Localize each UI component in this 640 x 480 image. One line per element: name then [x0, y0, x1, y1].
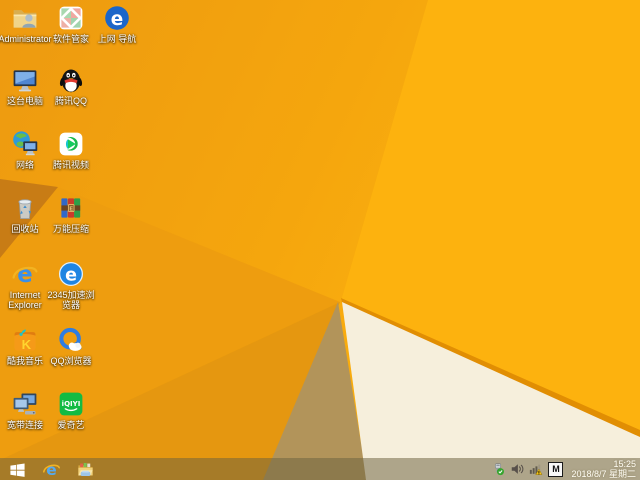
svg-text:e: e	[17, 262, 32, 288]
universal-archiver-icon: E	[57, 194, 85, 222]
clock-time: 15:25	[613, 459, 636, 469]
desktop-icon-qq-browser[interactable]: QQ浏览器	[48, 326, 94, 366]
desktop-icon-iqiyi[interactable]: iQIYI 爱奇艺	[48, 390, 94, 430]
desktop-icon-broadband-connection[interactable]: 宽带连接	[2, 390, 48, 430]
desktop-icon-kuwo-music[interactable]: K 酷我音乐	[2, 326, 48, 366]
internet-navigation-icon: e	[103, 4, 131, 32]
desktop-icon-label: 腾讯视频	[52, 160, 89, 170]
desktop-icon-network[interactable]: 网络	[2, 130, 48, 170]
desktop-screen: Administrator 这台电脑网络回收站 e Internet Explorer…	[0, 0, 640, 480]
clock[interactable]: 15:25 2018/8/7 星期二	[571, 459, 636, 479]
kuwo-music-icon: K	[11, 326, 39, 354]
desktop-icon-universal-archiver[interactable]: E 万能压缩	[48, 194, 94, 234]
taskbar-buttons: e	[7, 458, 95, 480]
network-icon	[11, 130, 39, 158]
desktop-icon-recycle-bin[interactable]: 回收站	[2, 194, 48, 234]
usb-safely-remove-icon[interactable]	[491, 462, 505, 476]
broadband-connection-icon	[11, 390, 39, 418]
svg-text:e: e	[65, 266, 77, 286]
administrator-icon	[11, 4, 39, 32]
file-explorer-task[interactable]	[75, 459, 95, 479]
internet-explorer-icon: e	[11, 260, 39, 288]
tray-status-icons	[491, 462, 543, 476]
svg-text:e: e	[46, 460, 56, 478]
ime-indicator[interactable]: M	[548, 461, 564, 477]
desktop-icon-internet-navigation[interactable]: e 上网 导航	[94, 4, 140, 44]
tencent-video-icon	[57, 130, 85, 158]
system-tray: M 15:25 2018/8/7 星期二	[491, 458, 636, 480]
desktop-icon-label: 腾讯QQ	[54, 96, 87, 106]
svg-text:iQIYI: iQIYI	[62, 400, 81, 408]
desktop-icon-tencent-qq[interactable]: 腾讯QQ	[48, 66, 94, 106]
desktop-icon-label: 万能压缩	[52, 224, 89, 234]
internet-explorer-task[interactable]: e	[41, 459, 61, 479]
desktop-icon-software-manager[interactable]: 软件管家	[48, 4, 94, 44]
start-button[interactable]	[7, 459, 27, 479]
desktop-icon-label: QQ浏览器	[50, 356, 92, 366]
desktop-icon-label: 2345加速浏览器	[47, 290, 95, 310]
svg-text:e: e	[111, 9, 123, 30]
qq-browser-icon	[57, 326, 85, 354]
svg-text:E: E	[70, 206, 74, 212]
desktop-icon-2345-browser[interactable]: e 2345加速浏览器	[47, 260, 95, 310]
this-pc-icon	[11, 66, 39, 94]
network-warning-icon[interactable]	[529, 462, 543, 476]
iqiyi-icon: iQIYI	[57, 390, 85, 418]
software-manager-icon	[57, 4, 85, 32]
desktop-icon-label: 上网 导航	[97, 34, 137, 44]
svg-text:K: K	[22, 337, 32, 352]
desktop-icon-tencent-video[interactable]: 腾讯视频	[48, 130, 94, 170]
desktop-icon-internet-explorer[interactable]: e Internet Explorer	[2, 260, 48, 310]
clock-date: 2018/8/7 星期二	[571, 469, 636, 479]
desktop-icon-label: 爱奇艺	[57, 420, 85, 430]
2345-browser-icon: e	[57, 260, 85, 288]
tencent-qq-icon	[57, 66, 85, 94]
volume-icon[interactable]	[510, 462, 524, 476]
taskbar: e M 15:25 2018/8/7 星期二	[0, 458, 640, 480]
desktop-icon-administrator[interactable]: Administrator	[0, 4, 52, 44]
desktop-icon-this-pc[interactable]: 这台电脑	[2, 66, 48, 106]
recycle-bin-icon	[11, 194, 39, 222]
